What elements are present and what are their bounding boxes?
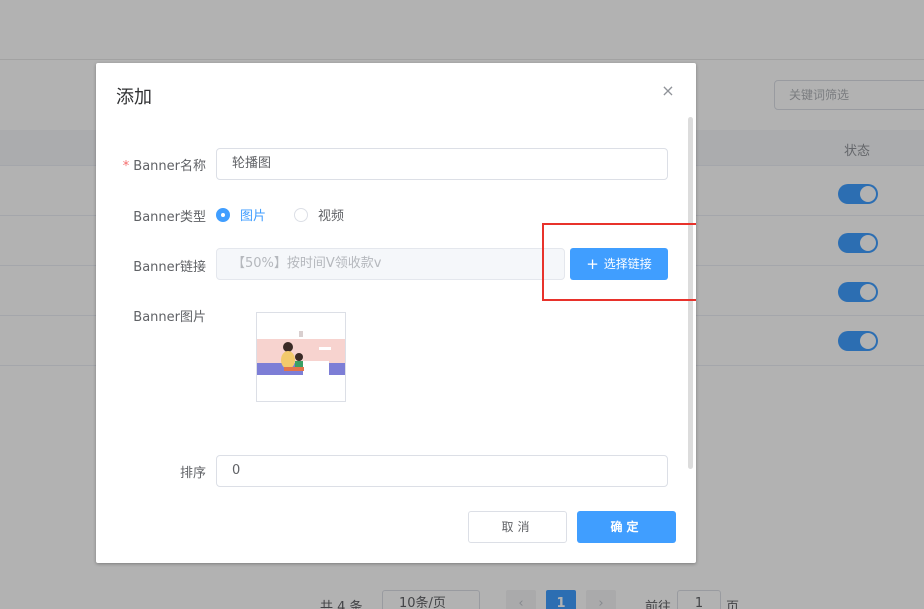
close-icon[interactable]: ×	[660, 81, 676, 101]
banner-name-label-text: Banner名称	[133, 159, 206, 174]
radio-image[interactable]: 图片	[216, 205, 266, 224]
select-link-button-label: 选择链接	[603, 257, 652, 271]
radio-checked-icon	[216, 207, 230, 222]
dialog-title: 添加	[116, 87, 152, 108]
sort-label: 排序	[179, 466, 206, 481]
select-link-button[interactable]: + 选择链接	[570, 248, 668, 280]
banner-image-thumbnail[interactable]	[256, 312, 346, 402]
banner-illustration	[257, 331, 345, 375]
radio-unchecked-icon	[294, 207, 309, 222]
banner-type-radio-group: 图片 视频	[216, 205, 372, 224]
required-mark: *	[122, 159, 130, 174]
banner-link-label: Banner链接	[133, 260, 206, 275]
banner-type-label: Banner类型	[133, 210, 206, 225]
add-dialog: 添加 × * Banner名称 轮播图 Banner类型 图片 视频 Banner…	[96, 63, 696, 563]
radio-video-label: 视频	[318, 209, 345, 224]
radio-video[interactable]: 视频	[294, 205, 344, 224]
banner-link-input: 【50%】按时间V领收款v	[216, 248, 565, 280]
confirm-button[interactable]: 确定	[577, 511, 676, 543]
cancel-button[interactable]: 取消	[468, 511, 567, 543]
radio-image-label: 图片	[240, 209, 267, 224]
sort-input[interactable]: 0	[216, 455, 668, 487]
plus-icon: +	[586, 255, 599, 273]
banner-name-label: * Banner名称	[116, 155, 206, 174]
banner-image-label: Banner图片	[133, 310, 206, 325]
banner-name-input[interactable]: 轮播图	[216, 148, 668, 180]
dialog-scrollbar[interactable]	[688, 117, 693, 469]
